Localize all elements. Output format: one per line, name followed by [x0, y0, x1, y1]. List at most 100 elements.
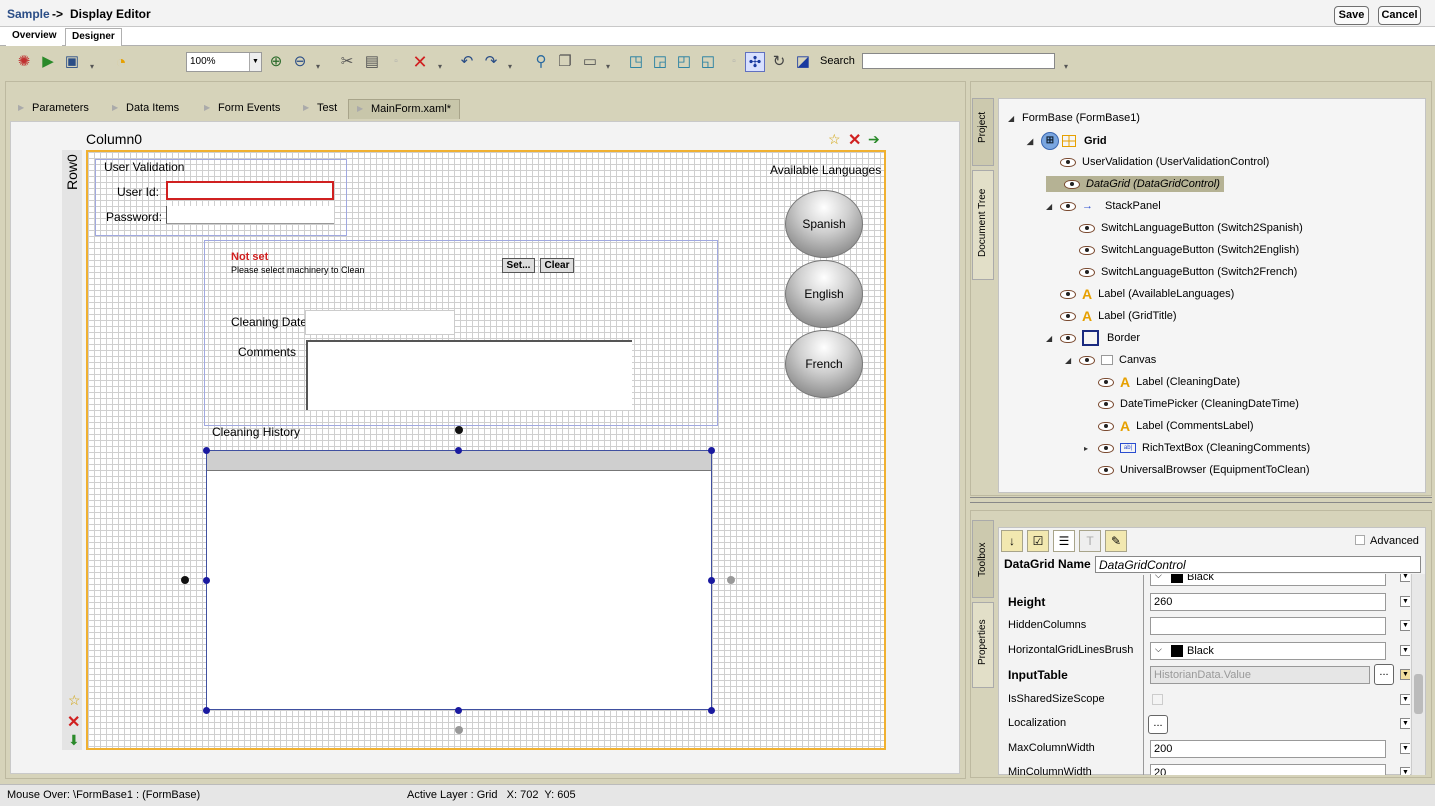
window-icon[interactable]: ▭	[580, 52, 600, 72]
select-icon[interactable]: ✣	[745, 52, 765, 72]
password-field[interactable]	[166, 206, 334, 224]
redo-icon[interactable]: ↷	[481, 52, 501, 72]
tree-node[interactable]: ◢ ⊞ Grid	[1027, 132, 1107, 150]
resize-handle[interactable]	[455, 447, 462, 454]
align-icon[interactable]: ▫	[724, 52, 744, 72]
cut-icon[interactable]: ✂	[337, 52, 357, 72]
tree-node[interactable]: SwitchLanguageButton (Switch2French)	[1065, 264, 1297, 280]
insert-column-icon[interactable]: ➔	[868, 131, 880, 148]
datagrid-control[interactable]	[206, 450, 712, 710]
english-button[interactable]: English	[785, 260, 863, 328]
star-icon[interactable]: ☆	[828, 131, 841, 148]
resize-handle[interactable]	[708, 577, 715, 584]
visibility-eye-icon[interactable]	[1079, 223, 1095, 233]
tree-node[interactable]: A Label (GridTitle)	[1046, 308, 1177, 324]
visibility-eye-icon[interactable]	[1079, 245, 1095, 255]
expander-icon[interactable]: ◢	[1046, 331, 1060, 347]
ellipsis-button[interactable]: ...	[1148, 715, 1168, 734]
property-row[interactable]: Localization... ▼	[1000, 713, 1410, 737]
resize-handle[interactable]	[203, 707, 210, 714]
checklist-icon[interactable]: ☑	[1027, 530, 1049, 552]
visibility-eye-icon[interactable]	[1098, 421, 1114, 431]
visibility-eye-icon[interactable]	[1060, 333, 1076, 343]
property-value[interactable]: 20	[1150, 764, 1386, 775]
property-value[interactable]: HistorianData.Value	[1150, 666, 1370, 684]
chevron-down-icon[interactable]: ▼	[1400, 669, 1410, 680]
close-icon[interactable]: ✕	[848, 130, 861, 150]
tree-node[interactable]: ◢ → StackPanel	[1046, 198, 1161, 214]
property-row[interactable]: IsSharedSizeScope ▼	[1000, 689, 1410, 713]
property-row[interactable]: HorizontalGridLinesBrush ⌵ Black ▼	[1000, 640, 1410, 664]
chevron-down-icon[interactable]: ▼	[249, 53, 261, 71]
close-icon[interactable]: ✕	[67, 712, 80, 732]
skew-icon[interactable]: ◪	[793, 52, 813, 72]
tree-node[interactable]: SwitchLanguageButton (Switch2Spanish)	[1065, 220, 1303, 236]
chevron-down-icon[interactable]: ▾	[606, 62, 610, 71]
events-icon[interactable]: ✎	[1105, 530, 1127, 552]
chevron-down-icon[interactable]: ▼	[1400, 644, 1410, 656]
chevron-down-icon[interactable]: ▼	[1400, 693, 1410, 705]
tree-node[interactable]: DateTimePicker (CleaningDateTime)	[1084, 396, 1299, 412]
french-button[interactable]: French	[785, 330, 863, 398]
resize-handle[interactable]	[203, 447, 210, 454]
property-row[interactable]: InputTable HistorianData.Value... ▼	[1000, 664, 1410, 688]
delete-icon[interactable]: ✕	[410, 52, 430, 72]
tree-node[interactable]: UniversalBrowser (EquipmentToClean)	[1084, 462, 1310, 478]
property-value[interactable]: 260	[1150, 592, 1386, 611]
search-input[interactable]	[862, 53, 1055, 69]
property-checkbox[interactable]	[1152, 693, 1163, 705]
property-value[interactable]: ⌵ Black	[1150, 574, 1386, 586]
zoom-select[interactable]: 100% ▼	[186, 52, 262, 72]
cleaning-date-picker[interactable]	[305, 310, 455, 335]
chevron-down-icon[interactable]: ▼	[1400, 574, 1410, 582]
expander-icon[interactable]: ◢	[1065, 353, 1079, 369]
chevron-down-icon[interactable]: ▼	[1400, 742, 1410, 754]
comments-richtextbox[interactable]	[306, 340, 632, 410]
rotate-icon[interactable]: ↻	[769, 52, 789, 72]
star-icon[interactable]: ☆	[68, 692, 81, 709]
tree-node[interactable]: ◢ FormBase (FormBase1)	[1008, 110, 1140, 126]
tab-test[interactable]: ▶ Test	[301, 99, 337, 119]
chevron-down-icon[interactable]: ▾	[316, 62, 320, 71]
visibility-eye-icon[interactable]	[1098, 377, 1114, 387]
insert-row-icon[interactable]: ⬇	[68, 732, 80, 749]
property-row[interactable]: MaxColumnWidth 200 ▼	[1000, 738, 1410, 762]
copy-icon[interactable]: ▫	[386, 52, 406, 72]
breadcrumb-sample[interactable]: Sample	[7, 7, 50, 21]
advanced-checkbox[interactable]	[1355, 535, 1365, 545]
paste-icon[interactable]: ▤	[362, 52, 382, 72]
expander-icon[interactable]: ▸	[1084, 441, 1098, 457]
property-row[interactable]: MinColumnWidth 20 ▼	[1000, 762, 1410, 775]
property-row[interactable]: HiddenColumns ▼	[1000, 615, 1410, 639]
tree-node[interactable]: ◢ Border	[1046, 330, 1140, 347]
column-header[interactable]: Column0	[86, 131, 142, 147]
tab-mainform[interactable]: ▶ MainForm.xaml*	[348, 99, 461, 119]
tree-node[interactable]: A Label (CleaningDate)	[1084, 374, 1240, 390]
tree-node[interactable]: A Label (CommentsLabel)	[1084, 418, 1254, 434]
tab-form-events[interactable]: ▶ Form Events	[202, 99, 280, 119]
anchor-handle[interactable]	[181, 576, 189, 584]
property-row[interactable]: ⌵ Black ▼	[1000, 574, 1410, 590]
name-field[interactable]: DataGridControl	[1095, 556, 1421, 573]
tree-node[interactable]: UserValidation (UserValidationControl)	[1046, 154, 1269, 170]
user-id-field[interactable]	[166, 181, 334, 200]
duplicate-icon[interactable]: ❐	[555, 52, 575, 72]
ellipsis-button[interactable]: ...	[1374, 664, 1394, 685]
rotate-handle[interactable]	[455, 426, 463, 434]
chevron-down-icon[interactable]: ▼	[1400, 718, 1410, 729]
categorized-icon[interactable]: ☰	[1053, 530, 1075, 552]
chevron-down-icon[interactable]: ⌵	[1155, 574, 1162, 581]
chevron-down-icon[interactable]: ▾	[438, 62, 442, 71]
tab-parameters[interactable]: ▶ Parameters	[16, 99, 89, 119]
save-icon[interactable]: ▣	[62, 52, 82, 72]
property-row[interactable]: Height 260 ▼	[1000, 591, 1410, 615]
clear-button[interactable]: Clear	[540, 258, 574, 273]
spanish-button[interactable]: Spanish	[785, 190, 863, 258]
property-value[interactable]: 200	[1150, 739, 1386, 758]
visibility-eye-icon[interactable]	[1079, 267, 1095, 277]
clock-icon[interactable]: ◔	[111, 52, 131, 72]
anchor-handle[interactable]	[455, 726, 463, 734]
sort-az-icon[interactable]: ↓	[1001, 530, 1023, 552]
property-scrollbar[interactable]	[1411, 574, 1425, 775]
chevron-down-icon[interactable]: ▼	[1400, 767, 1410, 775]
